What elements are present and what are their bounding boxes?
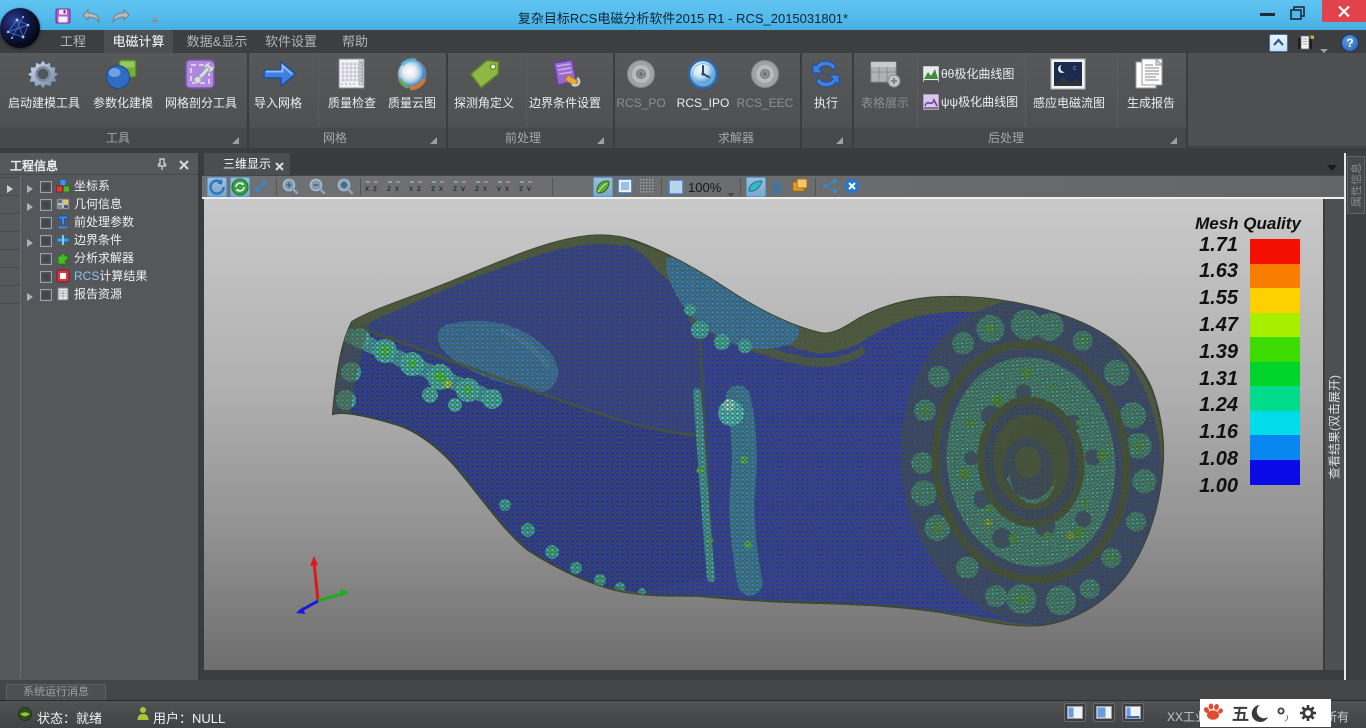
svg-text:x: x: [365, 184, 369, 193]
svg-text:z: z: [373, 184, 377, 193]
svg-text:x: x: [439, 184, 443, 193]
svg-text:v: v: [527, 184, 531, 193]
svg-text:x: x: [483, 184, 487, 193]
svg-text:x: x: [395, 184, 399, 193]
svg-text:z: z: [417, 184, 421, 193]
svg-text:x: x: [409, 184, 413, 193]
svg-text:z: z: [387, 184, 391, 193]
svg-text:z: z: [519, 184, 523, 193]
svg-text:v: v: [497, 184, 501, 193]
svg-text:五: 五: [1232, 705, 1249, 724]
svg-text:v: v: [461, 184, 465, 193]
svg-text:z: z: [475, 184, 479, 193]
svg-text:z: z: [431, 184, 435, 193]
svg-text:z: z: [453, 184, 457, 193]
svg-text:x: x: [505, 184, 509, 193]
svg-text:c: c: [1073, 65, 1077, 72]
